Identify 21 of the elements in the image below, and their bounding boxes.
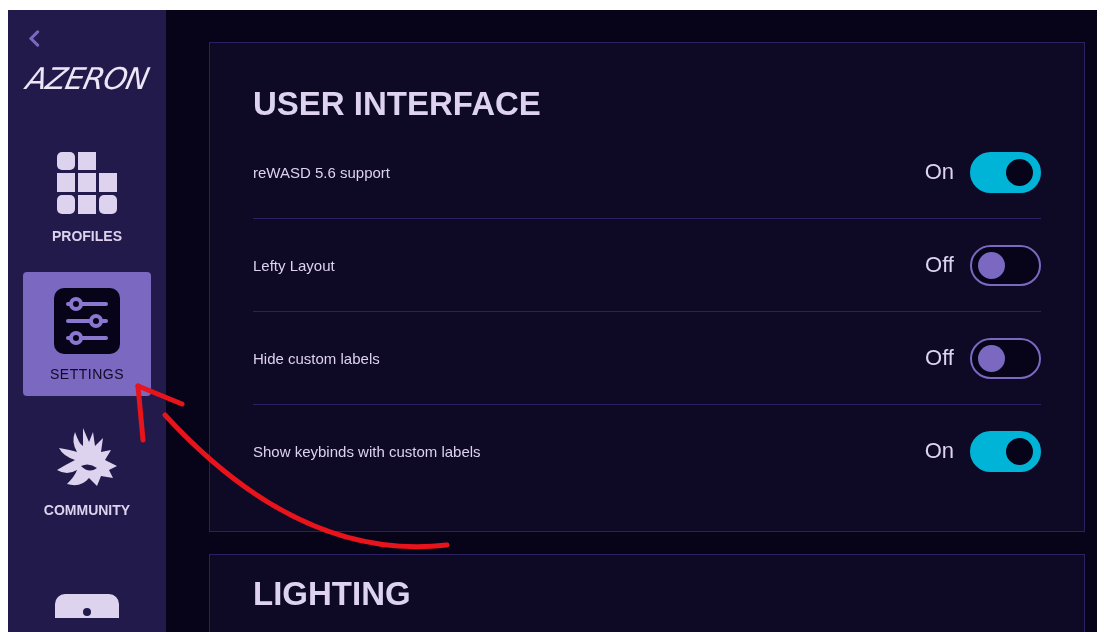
- toggle-switch[interactable]: [970, 244, 1041, 286]
- toggle-switch[interactable]: [970, 430, 1041, 472]
- sliders-icon: [54, 288, 120, 354]
- toggle-state: Off: [925, 345, 954, 371]
- settings-nav-item[interactable]: SETTINGS: [23, 272, 151, 396]
- section-title: LIGHTING: [253, 577, 412, 610]
- community-nav-item[interactable]: COMMUNITY: [23, 410, 151, 532]
- toggle-state: On: [924, 159, 954, 185]
- logo: AZERON: [22, 61, 152, 96]
- section-title: USER INTERFACE: [253, 87, 542, 120]
- setting-label: Show keybinds with custom labels: [253, 442, 482, 460]
- toggle-state: On: [924, 438, 954, 464]
- toggle-switch[interactable]: [970, 337, 1041, 379]
- info-icon: [55, 594, 119, 618]
- toggle-switch[interactable]: [970, 151, 1041, 193]
- setting-label: Lefty Layout: [253, 256, 336, 274]
- profiles-nav-item[interactable]: PROFILES: [23, 136, 151, 258]
- setting-label: reWASD 5.6 support: [253, 163, 391, 181]
- grid-icon: [55, 152, 119, 216]
- toggle-state: Off: [925, 252, 954, 278]
- setting-label: Hide custom labels: [253, 349, 381, 367]
